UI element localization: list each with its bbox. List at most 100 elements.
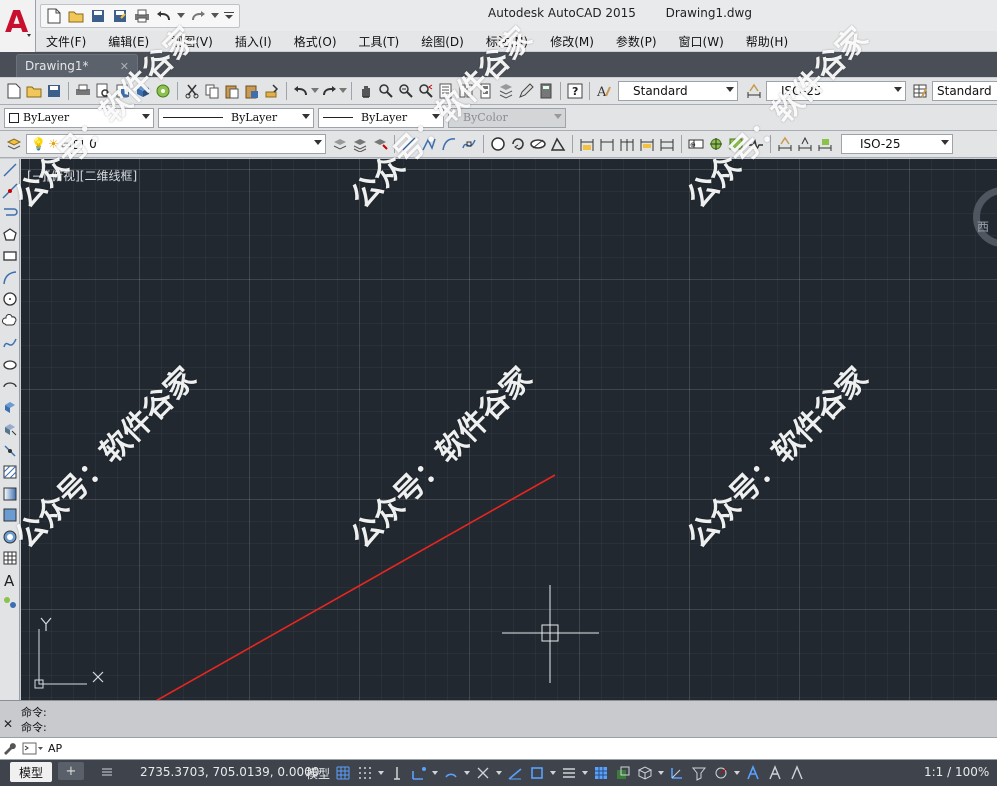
coordinate-readout[interactable]: 2735.3703, 705.0139, 0.0000 xyxy=(140,765,319,779)
text-style-combo[interactable]: Standard xyxy=(618,81,738,101)
menu-help[interactable]: 帮助(H) xyxy=(746,33,788,50)
insert-block-icon[interactable] xyxy=(0,397,20,419)
chevron-down-icon[interactable] xyxy=(496,762,502,784)
save-icon[interactable] xyxy=(44,81,64,101)
infer-constraints-icon[interactable] xyxy=(388,764,406,782)
selection-filter-icon[interactable] xyxy=(690,764,708,782)
copy-icon[interactable] xyxy=(202,81,222,101)
table-style-icon[interactable] xyxy=(910,81,930,101)
table-icon[interactable] xyxy=(0,548,20,570)
object-snap-icon[interactable] xyxy=(528,764,546,782)
paste-block-icon[interactable] xyxy=(242,81,262,101)
dim-aligned-icon[interactable] xyxy=(597,134,617,154)
menu-insert[interactable]: 插入(I) xyxy=(235,33,272,50)
save-icon[interactable] xyxy=(89,7,107,25)
zoom-realtime-icon[interactable] xyxy=(376,81,396,101)
undo-dropdown-icon[interactable] xyxy=(311,81,319,101)
annotation-scale-readout[interactable]: 1:1 / 100% xyxy=(924,765,989,779)
redo-dropdown-icon[interactable] xyxy=(211,7,219,25)
circle-icon[interactable] xyxy=(0,289,20,311)
command-prompt-icon[interactable] xyxy=(22,742,44,759)
ellipse-icon[interactable] xyxy=(0,353,20,375)
wrench-icon[interactable] xyxy=(2,741,16,758)
menu-modify[interactable]: 修改(M) xyxy=(550,33,594,50)
gizmo-icon[interactable] xyxy=(712,764,730,782)
annotation-visibility-icon[interactable] xyxy=(744,764,762,782)
linetype-combo[interactable]: ByLayer xyxy=(158,107,314,128)
chevron-down-icon[interactable] xyxy=(734,762,740,784)
layer-previous-icon[interactable] xyxy=(350,134,370,154)
lineweight-icon[interactable] xyxy=(560,764,578,782)
menu-tools[interactable]: 工具(T) xyxy=(359,33,400,50)
undo-icon[interactable] xyxy=(291,81,311,101)
selection-cycling-icon[interactable] xyxy=(614,764,632,782)
model-space-toggle[interactable]: 模型 xyxy=(306,765,330,782)
match-properties-icon[interactable] xyxy=(262,81,282,101)
dim-linear-icon[interactable] xyxy=(577,134,597,154)
ortho-icon[interactable] xyxy=(410,764,428,782)
open-icon[interactable] xyxy=(24,81,44,101)
circle-icon[interactable] xyxy=(488,134,508,154)
menu-draw[interactable]: 绘图(D) xyxy=(421,33,464,50)
dim-update-icon[interactable] xyxy=(815,134,835,154)
command-close-icon[interactable]: ✕ xyxy=(3,717,13,731)
make-block-icon[interactable] xyxy=(0,418,20,440)
redo-icon[interactable] xyxy=(189,7,207,25)
customize-qat-icon[interactable] xyxy=(223,7,235,25)
drawing-canvas[interactable]: [−][俯视][二维线框] 西 xyxy=(21,159,997,700)
open-folder-icon[interactable] xyxy=(67,7,85,25)
dim-continue-icon[interactable] xyxy=(637,134,657,154)
ellipse-arc-icon[interactable] xyxy=(0,375,20,397)
dim-baseline-icon[interactable] xyxy=(617,134,637,154)
layer-properties-icon[interactable] xyxy=(4,134,24,154)
dim-space-icon[interactable] xyxy=(657,134,677,154)
hatch-icon[interactable] xyxy=(0,461,20,483)
gradient-icon[interactable] xyxy=(0,483,20,505)
ellipse-icon[interactable] xyxy=(528,134,548,154)
dim-text-edit-icon[interactable] xyxy=(795,134,815,154)
application-menu-button[interactable]: A xyxy=(0,0,36,60)
menu-window[interactable]: 窗口(W) xyxy=(679,33,724,50)
command-input[interactable] xyxy=(48,742,348,755)
pan-icon[interactable] xyxy=(356,81,376,101)
add-selected-icon[interactable] xyxy=(0,591,20,613)
model-tab[interactable]: 模型 xyxy=(10,762,52,782)
rotate-icon[interactable] xyxy=(508,134,528,154)
markup-icon[interactable] xyxy=(516,81,536,101)
chevron-down-icon[interactable] xyxy=(550,762,556,784)
multiline-text-icon[interactable]: A xyxy=(0,569,20,591)
polar-tracking-icon[interactable] xyxy=(442,764,460,782)
help-icon[interactable]: ? xyxy=(565,81,585,101)
snap-icon[interactable] xyxy=(356,764,374,782)
spline-icon[interactable] xyxy=(459,134,479,154)
polyline-icon[interactable] xyxy=(0,202,20,224)
new-icon[interactable] xyxy=(4,81,24,101)
rectangle-icon[interactable] xyxy=(0,245,20,267)
new-file-icon[interactable] xyxy=(45,7,63,25)
spline-icon[interactable] xyxy=(0,332,20,354)
chevron-down-icon[interactable] xyxy=(378,762,384,784)
redo-dropdown-icon[interactable] xyxy=(339,81,347,101)
grid-icon[interactable] xyxy=(334,764,352,782)
object-snap-tracking-icon[interactable] xyxy=(506,764,524,782)
menu-parameter[interactable]: 参数(P) xyxy=(616,33,657,50)
tolerance-icon[interactable]: ⊕ xyxy=(686,134,706,154)
revision-cloud-icon[interactable] xyxy=(0,310,20,332)
table-style-combo[interactable]: Standard xyxy=(932,81,997,101)
cut-icon[interactable] xyxy=(182,81,202,101)
add-layout-tab[interactable]: + xyxy=(58,762,84,780)
polygon-icon[interactable] xyxy=(0,224,20,246)
arc-icon[interactable] xyxy=(0,267,20,289)
angle-icon[interactable] xyxy=(548,134,568,154)
text-style-icon[interactable]: A xyxy=(594,81,614,101)
chevron-down-icon[interactable] xyxy=(582,762,588,784)
transparency-icon[interactable] xyxy=(592,764,610,782)
redo-icon[interactable] xyxy=(319,81,339,101)
chevron-down-icon[interactable] xyxy=(464,762,470,784)
status-menu-icon[interactable] xyxy=(100,765,114,782)
calculator-icon[interactable] xyxy=(536,81,556,101)
save-as-icon[interactable] xyxy=(111,7,129,25)
3d-object-snap-icon[interactable] xyxy=(636,764,654,782)
menu-format[interactable]: 格式(O) xyxy=(294,33,337,50)
annotation-scale-icon[interactable] xyxy=(788,764,806,782)
